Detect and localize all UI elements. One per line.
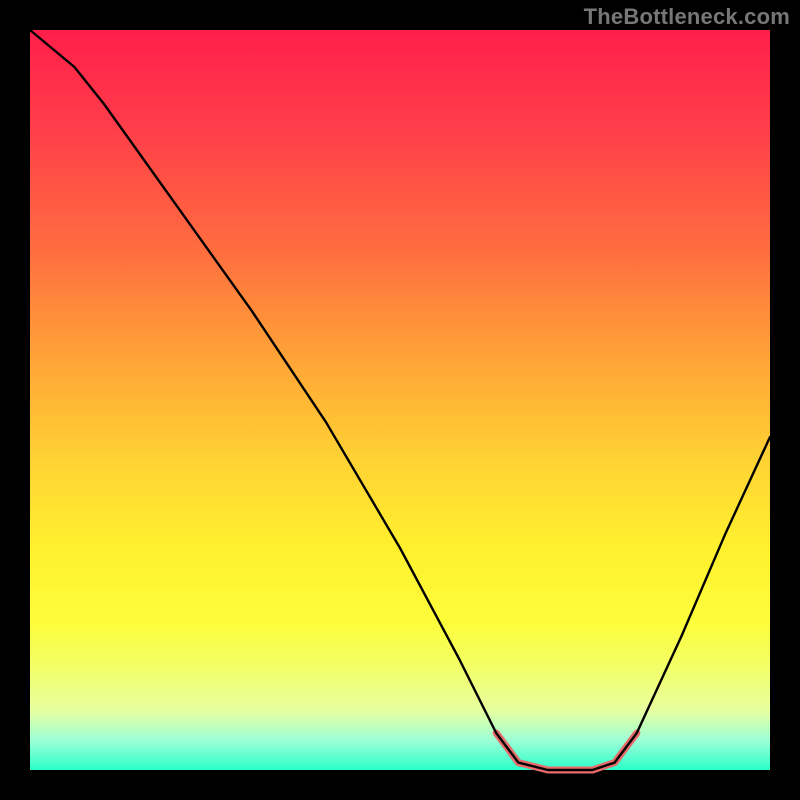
main-curve-path <box>30 30 770 770</box>
flat-highlight-path <box>496 733 637 770</box>
chart-svg <box>30 30 770 770</box>
watermark-text: TheBottleneck.com <box>584 4 790 30</box>
chart-container: TheBottleneck.com <box>0 0 800 800</box>
plot-area <box>30 30 770 770</box>
